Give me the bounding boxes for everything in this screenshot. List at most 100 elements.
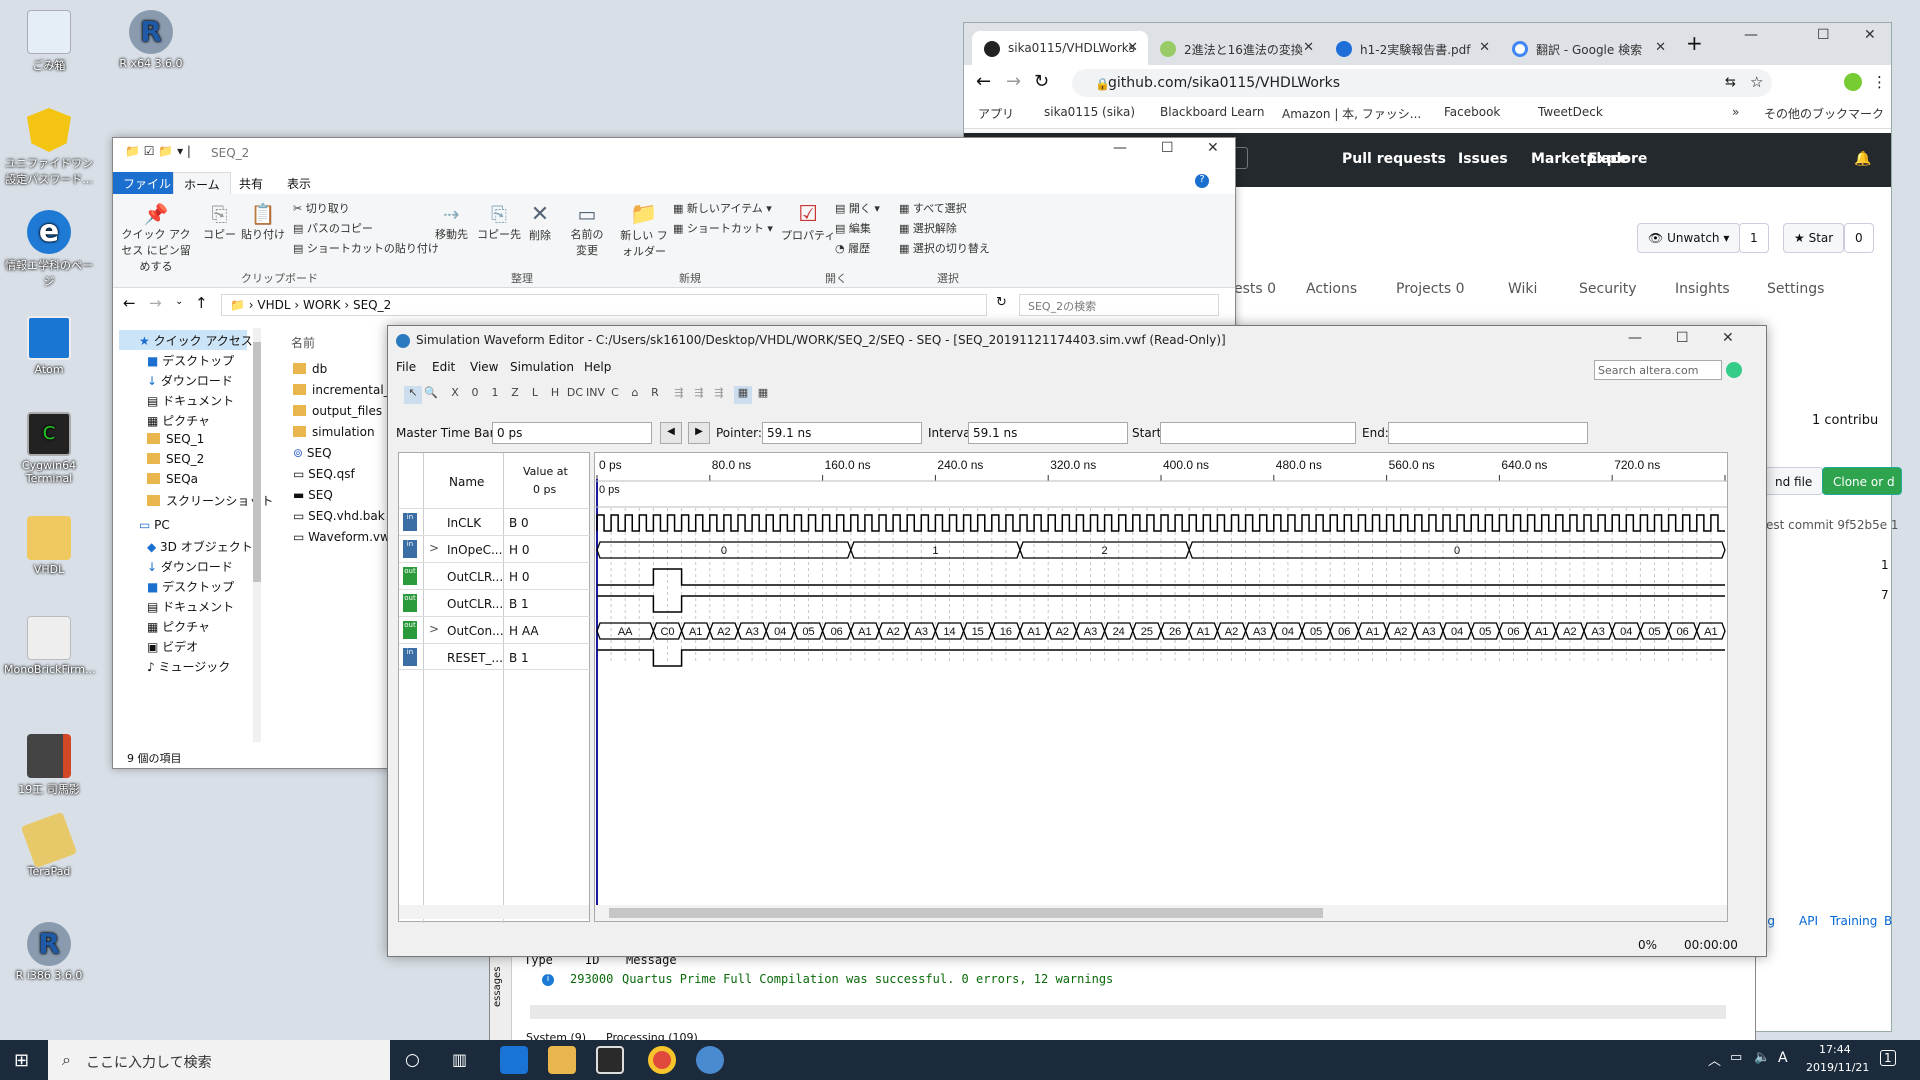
menu-edit[interactable]: Edit <box>432 360 455 374</box>
tree-item[interactable]: ◆ 3D オブジェクト <box>147 538 253 555</box>
star-button[interactable]: ★ Star <box>1783 223 1845 253</box>
repo-tab-requests[interactable]: ests 0 <box>1234 281 1276 297</box>
back-icon[interactable]: ← <box>976 71 991 92</box>
tree-item[interactable]: ▦ ピクチャ <box>147 412 210 429</box>
close-tab-icon[interactable]: ✕ <box>1127 40 1138 55</box>
start-field[interactable] <box>1160 422 1356 444</box>
cortana-icon[interactable]: ○ <box>405 1050 420 1070</box>
open-button[interactable]: ▤ 開く ▾ <box>835 200 880 216</box>
weak-high-icon[interactable]: H <box>546 386 564 404</box>
bookmark-tweetdeck[interactable]: TweetDeck <box>1538 105 1603 119</box>
column-name[interactable]: 名前 <box>291 334 315 351</box>
new-folder-button[interactable]: 📁 新しい フォルダー <box>619 202 669 259</box>
footer-link-api[interactable]: API <box>1799 914 1818 928</box>
file-item[interactable]: db <box>293 362 327 376</box>
close-icon[interactable]: ✕ <box>1207 140 1219 156</box>
signal-row-outcon[interactable]: out > OutCon... H AA <box>399 616 591 643</box>
close-tab-icon[interactable]: ✕ <box>1303 40 1314 55</box>
chrome-tab-pdf[interactable]: h1-2実験報告書.pdf ✕ <box>1324 31 1500 65</box>
run-timing-icon[interactable]: ⇶ <box>690 386 708 404</box>
delete-button[interactable]: ✕ 削除 <box>529 202 551 243</box>
menu-icon[interactable]: ⋮ <box>1872 73 1887 91</box>
back-icon[interactable]: ← <box>123 294 136 312</box>
copy-path-button[interactable]: ▤ パスのコピー <box>293 220 373 236</box>
close-tab-icon[interactable]: ✕ <box>1479 40 1490 55</box>
count-value-icon[interactable]: C <box>606 386 624 404</box>
bell-icon[interactable]: 🔔 <box>1854 151 1871 167</box>
pin-quick-access-button[interactable]: 📌 クイック アクセス にピン留めする <box>117 202 195 274</box>
windows-start-icon[interactable]: ⊞ <box>14 1050 29 1071</box>
translate-icon[interactable]: ⇆ <box>1725 75 1736 90</box>
msg-text[interactable]: Quartus Prime Full Compilation was succe… <box>622 972 1113 986</box>
tree-item[interactable]: ■ デスクトップ <box>147 578 234 595</box>
bookmark-apps[interactable]: アプリ <box>978 105 1014 122</box>
repo-tab-insights[interactable]: Insights <box>1675 281 1730 297</box>
breadcrumb-seq2[interactable]: SEQ_2 <box>353 298 391 312</box>
signal-row-outclr-2[interactable]: out OutCLR... B 1 <box>399 589 591 616</box>
edge-icon[interactable] <box>500 1046 528 1074</box>
search-input[interactable]: SEQ_2の検索 <box>1019 294 1219 316</box>
address-bar[interactable]: 📁 › VHDL › WORK › SEQ_2 <box>221 294 987 316</box>
close-tab-icon[interactable]: ✕ <box>1655 40 1666 55</box>
tree-item[interactable]: ■ デスクトップ <box>147 352 234 369</box>
desktop-icon-monobrick[interactable]: MonoBrickFirm... <box>4 616 96 676</box>
maximize-icon[interactable]: ☐ <box>1161 140 1174 156</box>
tree-scrollbar[interactable] <box>253 328 261 742</box>
ribbon-tab-view[interactable]: 表示 <box>277 172 321 194</box>
taskbar-search[interactable]: ここに入力して検索 <box>48 1040 390 1080</box>
clock-time[interactable]: 17:44 <box>1819 1043 1851 1056</box>
refresh-icon[interactable]: ↻ <box>996 295 1007 310</box>
repo-tab-settings[interactable]: Settings <box>1767 281 1824 297</box>
close-icon[interactable]: ✕ <box>1864 27 1876 43</box>
clone-button[interactable]: Clone or d <box>1822 467 1902 495</box>
tree-item[interactable]: SEQ_2 <box>147 452 204 466</box>
next-transition-button[interactable]: ▶ <box>688 422 710 444</box>
nav-issues[interactable]: Issues <box>1458 151 1508 167</box>
maximize-icon[interactable]: ☐ <box>1676 330 1689 346</box>
name-panel-scrollbar[interactable] <box>399 905 589 919</box>
footer-link[interactable]: B <box>1884 914 1892 928</box>
signal-row-reset[interactable]: in RESET_... B 1 <box>399 643 591 670</box>
chrome-tab-translate[interactable]: 翻訳 - Google 検索 ✕ <box>1500 31 1676 65</box>
ribbon-tab-file[interactable]: ファイル <box>113 172 182 194</box>
store-icon[interactable] <box>596 1046 624 1074</box>
close-icon[interactable]: ✕ <box>1722 330 1734 346</box>
properties-button[interactable]: ☑ プロパティ <box>781 202 835 243</box>
signal-row-inclk[interactable]: in InCLK B 0 <box>399 508 591 535</box>
weak-low-icon[interactable]: L <box>526 386 544 404</box>
move-to-button[interactable]: ⇢ 移動先 <box>435 202 468 242</box>
desktop-icon-pptx[interactable]: 19工 司馬影 <box>4 734 94 797</box>
quartus-icon[interactable] <box>696 1046 724 1074</box>
expand-icon[interactable]: > <box>429 622 439 636</box>
easy-access-button[interactable]: ▦ ショートカット ▾ <box>673 220 773 236</box>
tree-quick-access[interactable]: ★ クイック アクセス <box>139 332 253 349</box>
minimize-icon[interactable]: — <box>1628 330 1642 346</box>
nav-explore[interactable]: Explore <box>1588 151 1647 167</box>
desktop-icon-cygwin[interactable]: C Cygwin64 Terminal <box>4 412 94 485</box>
clock-date[interactable]: 2019/11/21 <box>1806 1061 1869 1074</box>
force-z-icon[interactable]: Z <box>506 386 524 404</box>
watch-count[interactable]: 1 <box>1739 223 1769 253</box>
repo-tab-wiki[interactable]: Wiki <box>1508 281 1537 297</box>
task-view-icon[interactable]: ▥ <box>452 1050 467 1069</box>
desktop-icon-dept-page[interactable]: e 情報エ学科のペー ジ <box>4 210 94 289</box>
tree-item[interactable]: SEQa <box>147 472 198 486</box>
bookmark-amazon[interactable]: Amazon | 本, ファッシ... <box>1282 105 1421 122</box>
zoom-tool-icon[interactable]: 🔍 <box>422 386 440 404</box>
tree-pc[interactable]: ▭ PC <box>139 518 170 532</box>
tree-item[interactable]: ▣ ビデオ <box>147 638 198 655</box>
tree-item[interactable]: ▤ ドキュメント <box>147 598 234 615</box>
tree-item[interactable]: SEQ_1 <box>147 432 204 446</box>
desktop-icon-unified-password[interactable]: ユニファイドワン 設定パスワード... <box>4 108 94 187</box>
repo-tab-projects[interactable]: Projects 0 <box>1396 281 1465 297</box>
pointer-field[interactable]: 59.1 ns <box>762 422 922 444</box>
messages-scrollbar[interactable] <box>530 1005 1726 1019</box>
invert-selection-button[interactable]: ▦ 選択の切り替え <box>899 240 990 256</box>
clock-icon[interactable]: ⌂ <box>626 386 644 404</box>
unwatch-button[interactable]: 👁 Unwatch ▾ <box>1637 223 1741 253</box>
contributors[interactable]: 1 contribu <box>1812 413 1878 428</box>
grid-icon[interactable]: ▦ <box>754 386 772 404</box>
copy-to-button[interactable]: ⎘ コピー先 <box>477 202 521 242</box>
tree-item[interactable]: ↓ ダウンロード <box>147 558 233 575</box>
bookmark-other[interactable]: その他のブックマーク <box>1764 105 1884 122</box>
